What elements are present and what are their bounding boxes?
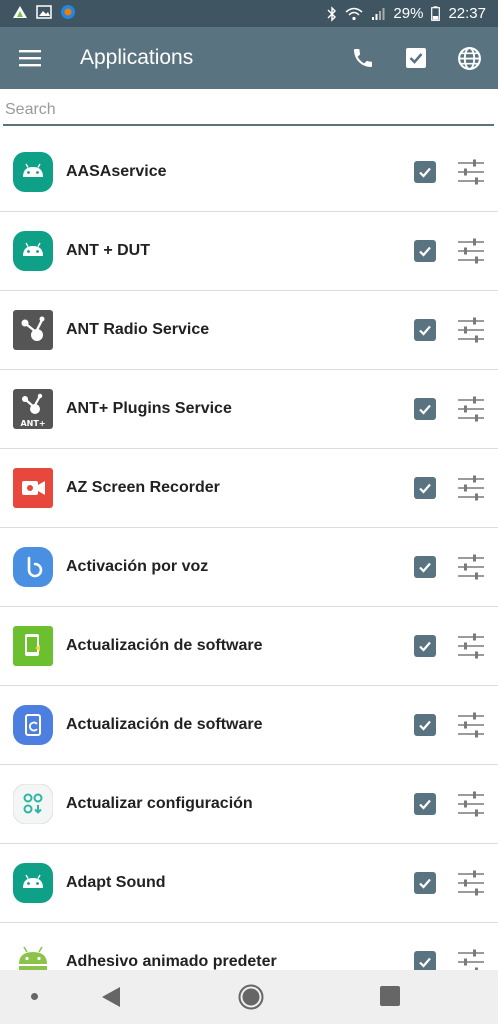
app-name: ANT Radio Service	[66, 321, 210, 338]
check-icon	[419, 325, 431, 336]
system-indicators: 29% 22:37	[327, 5, 486, 22]
battery-icon	[431, 6, 441, 21]
software-update-icon	[13, 626, 53, 666]
app-name: ANT + DUT	[66, 242, 150, 259]
app-checkbox[interactable]	[414, 872, 436, 894]
list-item[interactable]: Actualización de software	[0, 686, 498, 765]
app-checkbox[interactable]	[414, 477, 436, 499]
home-icon[interactable]	[238, 984, 264, 1010]
check-icon	[419, 483, 431, 494]
equalizer-settings-icon[interactable]	[456, 789, 486, 819]
notification-icons	[12, 4, 76, 24]
app-list: AASAservice ANT + DUT ANT Radio Service …	[0, 133, 498, 1002]
equalizer-settings-icon[interactable]	[456, 631, 486, 661]
equalizer-settings-icon[interactable]	[456, 552, 486, 582]
android-app-icon	[13, 231, 53, 271]
check-icon	[419, 957, 431, 968]
back-icon[interactable]	[100, 985, 122, 1009]
app-name: Actualizar configuración	[66, 795, 253, 812]
list-item[interactable]: Adapt Sound	[0, 844, 498, 923]
ant-radio-icon	[13, 310, 53, 350]
page-title: Applications	[80, 46, 194, 69]
equalizer-settings-icon[interactable]	[456, 473, 486, 503]
check-icon	[419, 246, 431, 257]
app-toolbar: Applications	[0, 27, 498, 89]
screen: 29% 22:37 Applications Search AASAservic…	[0, 0, 498, 1024]
recent-apps-icon[interactable]	[380, 986, 400, 1006]
app-checkbox[interactable]	[414, 161, 436, 183]
app-name: Adhesivo animado predeter	[66, 953, 277, 970]
app-name: Actualización de software	[66, 637, 263, 654]
app-checkbox[interactable]	[414, 556, 436, 578]
app-checkbox[interactable]	[414, 714, 436, 736]
browser-app-icon	[60, 4, 76, 24]
check-icon	[419, 799, 431, 810]
toolbar-actions	[338, 33, 494, 83]
wifi-icon	[345, 7, 363, 21]
screen-recorder-icon	[13, 468, 53, 508]
list-item[interactable]: Activación por voz	[0, 528, 498, 607]
app-name: AASAservice	[66, 163, 167, 180]
phone-button[interactable]	[338, 33, 388, 83]
equalizer-settings-icon[interactable]	[456, 157, 486, 187]
search-bar	[3, 96, 494, 126]
globe-button[interactable]	[444, 33, 494, 83]
check-icon	[419, 878, 431, 889]
check-icon	[419, 167, 431, 178]
list-item[interactable]: ANT + DUT	[0, 212, 498, 291]
battery-percent: 29%	[393, 5, 424, 22]
equalizer-settings-icon[interactable]	[456, 710, 486, 740]
check-icon	[419, 641, 431, 652]
app-checkbox[interactable]	[414, 240, 436, 262]
phone-icon	[354, 49, 372, 67]
signal-icon	[371, 7, 385, 21]
android-app-icon	[13, 863, 53, 903]
list-item[interactable]: Actualización de software	[0, 607, 498, 686]
nav-dot-icon[interactable]	[31, 993, 38, 1000]
android-app-icon	[13, 152, 53, 192]
hamburger-menu-icon	[19, 50, 41, 67]
app-checkbox[interactable]	[414, 319, 436, 341]
bluetooth-icon	[327, 5, 337, 22]
app-checkbox[interactable]	[414, 398, 436, 420]
check-box-icon	[406, 48, 426, 68]
globe-icon	[457, 46, 481, 70]
app-name: Activación por voz	[66, 558, 209, 575]
list-item[interactable]: ANT Radio Service	[0, 291, 498, 370]
menu-button[interactable]	[6, 33, 56, 83]
app-checkbox[interactable]	[414, 793, 436, 815]
equalizer-settings-icon[interactable]	[456, 394, 486, 424]
bixby-voice-icon	[13, 547, 53, 587]
equalizer-settings-icon[interactable]	[456, 315, 486, 345]
check-icon	[419, 562, 431, 573]
image-icon	[36, 4, 52, 23]
ant-plugins-icon: ANT+	[13, 389, 53, 429]
app-name: ANT+ Plugins Service	[66, 400, 232, 417]
app-name: Actualización de software	[66, 716, 263, 733]
select-all-button[interactable]	[391, 33, 441, 83]
system-nav-bar	[0, 970, 498, 1024]
status-bar: 29% 22:37	[0, 0, 498, 27]
search-input[interactable]	[3, 96, 494, 124]
list-item[interactable]: ANT+ ANT+ Plugins Service	[0, 370, 498, 449]
app-name: AZ Screen Recorder	[66, 479, 220, 496]
svg-text:ANT+: ANT+	[20, 419, 45, 428]
clock: 22:37	[448, 5, 486, 22]
config-update-icon	[13, 784, 53, 824]
app-name: Adapt Sound	[66, 874, 166, 891]
software-update-icon	[13, 705, 53, 745]
equalizer-settings-icon[interactable]	[456, 236, 486, 266]
list-item[interactable]: AZ Screen Recorder	[0, 449, 498, 528]
triangle-app-icon	[12, 5, 28, 23]
equalizer-settings-icon[interactable]	[456, 868, 486, 898]
check-icon	[419, 404, 431, 415]
list-item[interactable]: AASAservice	[0, 133, 498, 212]
app-checkbox[interactable]	[414, 635, 436, 657]
check-icon	[419, 720, 431, 731]
list-item[interactable]: Actualizar configuración	[0, 765, 498, 844]
